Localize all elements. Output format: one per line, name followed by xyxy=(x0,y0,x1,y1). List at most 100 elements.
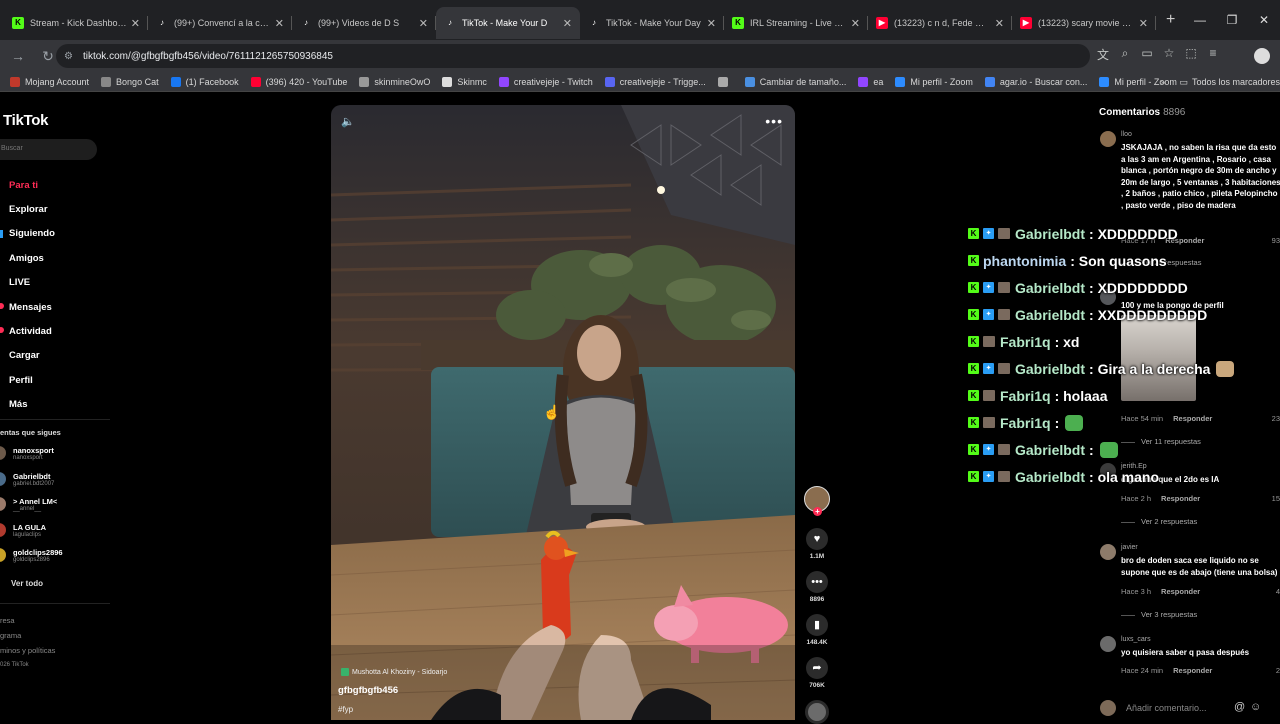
maximize-icon[interactable]: ❐ xyxy=(1216,13,1248,27)
profile-avatar[interactable] xyxy=(1254,48,1270,64)
share-action[interactable]: ➦ 706K xyxy=(804,657,830,689)
comment-likes[interactable]: 4 xyxy=(1276,587,1280,596)
close-icon[interactable]: ✕ xyxy=(275,17,284,30)
nav-item[interactable]: Más xyxy=(0,393,110,417)
bookmark-item[interactable]: (396) 420 - YouTube xyxy=(250,76,347,87)
nav-item[interactable]: LIVE xyxy=(0,271,110,295)
reply-button[interactable]: Responder xyxy=(1161,494,1200,503)
extensions-icon[interactable]: ⬚ xyxy=(1180,46,1202,63)
share-icon[interactable]: ➦ xyxy=(806,657,828,679)
video-hashtag[interactable]: #fyp xyxy=(338,705,353,714)
see-all-link[interactable]: Ver todo xyxy=(11,579,43,588)
search-input[interactable]: Buscar xyxy=(0,139,97,160)
close-icon[interactable]: ✕ xyxy=(851,17,860,30)
footer-link[interactable]: resa xyxy=(0,613,55,628)
bookmark-item[interactable]: (1) Facebook xyxy=(170,76,239,87)
zoom-icon[interactable]: ⌕ xyxy=(1114,46,1136,63)
video-author[interactable]: gfbgfbgfb456 xyxy=(338,685,398,696)
translate-icon[interactable]: 文 xyxy=(1092,46,1114,63)
comment-action[interactable]: ••• 8896 xyxy=(804,571,830,603)
media-control-icon[interactable]: ≡ xyxy=(1202,46,1224,63)
like-action[interactable]: ♥ 1.1M xyxy=(804,528,830,560)
bookmark-item[interactable]: Mojang Account xyxy=(10,76,89,87)
comment-likes[interactable]: 15 xyxy=(1272,494,1280,503)
add-comment-input[interactable]: Añadir comentario... xyxy=(1126,703,1207,713)
close-window-icon[interactable]: ✕ xyxy=(1248,13,1280,27)
nav-item[interactable]: Mensajes xyxy=(0,295,110,319)
nav-item[interactable]: Amigos xyxy=(0,246,110,270)
heart-icon[interactable]: ♥ xyxy=(806,528,828,550)
commenter-avatar[interactable] xyxy=(1100,636,1116,652)
cast-icon[interactable]: ▭ xyxy=(1136,46,1158,63)
bookmark-item[interactable]: Cambiar de tamaño... xyxy=(744,76,846,87)
bookmark-item[interactable]: agar.io - Buscar con... xyxy=(984,76,1087,87)
tiktok-logo[interactable]: TikTok xyxy=(3,112,48,129)
browser-tab[interactable]: ♪ (99+) Convencí a la chica a ✕ xyxy=(148,7,292,39)
bookmark-item[interactable]: skinmineOwO xyxy=(359,76,430,87)
commenter-name[interactable]: luxs_cars xyxy=(1121,636,1151,643)
nav-item[interactable]: Explorar xyxy=(0,197,110,221)
music-disc-icon[interactable] xyxy=(805,700,829,724)
browser-tab[interactable]: ♪ TikTok - Make Your D ✕ xyxy=(436,7,580,39)
close-icon[interactable]: ✕ xyxy=(563,17,572,30)
footer-link[interactable]: grama xyxy=(0,628,55,643)
nav-item[interactable]: Actividad xyxy=(0,319,110,343)
following-account[interactable]: goldclips2896 goldclips2896 xyxy=(0,545,110,571)
site-info-icon[interactable]: ⚙ xyxy=(64,51,73,62)
close-icon[interactable]: ✕ xyxy=(419,17,428,30)
browser-tab[interactable]: ▶ (13223) scary movie 7 tra ✕ xyxy=(1012,7,1156,39)
commenter-name[interactable]: javier xyxy=(1121,544,1138,551)
close-icon[interactable]: ✕ xyxy=(995,17,1004,30)
footer-link[interactable]: minos y políticas xyxy=(0,643,55,658)
nav-item[interactable]: Perfil xyxy=(0,368,110,392)
commenter-avatar[interactable] xyxy=(1100,544,1116,560)
music-label[interactable]: Mushotta Al Khoziny - Sidoarjo xyxy=(341,668,447,676)
following-account[interactable]: Gabrielbdt gabriel.bdt2007 xyxy=(0,469,110,495)
emoji-icon[interactable]: ☺ xyxy=(1250,701,1261,713)
bookmark-item[interactable] xyxy=(717,76,733,87)
bookmark-star-icon[interactable]: ☆ xyxy=(1158,46,1180,63)
close-icon[interactable]: ✕ xyxy=(707,17,716,30)
following-account[interactable]: > Annel LM< __annel__ xyxy=(0,494,110,520)
browser-tab[interactable]: ♪ TikTok - Make Your Day ✕ xyxy=(580,7,724,39)
more-options-icon[interactable]: ••• xyxy=(765,113,783,129)
comment-likes[interactable]: 2 xyxy=(1276,666,1280,675)
volume-icon[interactable]: 🔈 xyxy=(341,115,355,128)
mention-icon[interactable]: @ xyxy=(1234,701,1245,713)
minimize-icon[interactable]: — xyxy=(1184,13,1216,27)
comment-icon[interactable]: ••• xyxy=(806,571,828,593)
commenter-name[interactable]: lloo xyxy=(1121,131,1132,138)
bookmark-item[interactable]: creativejeje - Twitch xyxy=(498,76,593,87)
address-bar[interactable]: ⚙ tiktok.com/@gfbgfbgfb456/video/7611121… xyxy=(56,44,1090,68)
reply-button[interactable]: Responder xyxy=(1161,587,1200,596)
bookmark-item[interactable]: Mi perfil - Zoom xyxy=(895,76,973,87)
view-replies-button[interactable]: Ver 2 respuestas xyxy=(1121,517,1197,526)
bookmark-item[interactable]: creativejeje - Trigge... xyxy=(604,76,706,87)
browser-tab[interactable]: ♪ (99+) Videos de D S ✕ xyxy=(292,7,436,39)
video-player[interactable]: 🔈 ••• Mushotta Al Khoziny - Sidoarjo gfb… xyxy=(331,105,795,720)
view-replies-button[interactable]: Ver 3 respuestas xyxy=(1121,610,1197,619)
bookmark-item[interactable]: Bongo Cat xyxy=(101,76,159,87)
follow-plus-icon[interactable]: + xyxy=(813,507,822,516)
nav-item[interactable]: Para ti xyxy=(0,173,110,197)
bookmarks-overflow-icon[interactable]: » xyxy=(1160,77,1165,87)
all-bookmarks[interactable]: Todos los marcadores xyxy=(1192,77,1280,87)
save-action[interactable]: ▮ 148.4K xyxy=(804,614,830,646)
close-icon[interactable]: ✕ xyxy=(1139,17,1148,30)
comment-likes[interactable]: 93 xyxy=(1272,236,1280,245)
browser-tab[interactable]: ▶ (13223) c n d, Fede Guelm ✕ xyxy=(868,7,1012,39)
new-tab-button[interactable]: + xyxy=(1166,11,1175,29)
nav-item[interactable]: Siguiendo xyxy=(0,222,110,246)
bookmark-item[interactable]: ea xyxy=(858,76,883,87)
comment-likes[interactable]: 23 xyxy=(1272,414,1280,423)
close-icon[interactable]: ✕ xyxy=(131,17,140,30)
following-account[interactable]: LA GULA lagulaclips xyxy=(0,520,110,546)
bookmark-icon[interactable]: ▮ xyxy=(806,614,828,636)
reply-button[interactable]: Responder xyxy=(1173,666,1212,675)
following-account[interactable]: nanoxsport nanoxsport xyxy=(0,443,110,469)
commenter-avatar[interactable] xyxy=(1100,131,1116,147)
browser-tab[interactable]: K Stream - Kick Dashboard ✕ xyxy=(4,7,148,39)
nav-item[interactable]: Cargar xyxy=(0,344,110,368)
forward-icon[interactable]: → xyxy=(6,48,30,64)
bookmark-item[interactable]: Skinmc xyxy=(442,76,487,87)
